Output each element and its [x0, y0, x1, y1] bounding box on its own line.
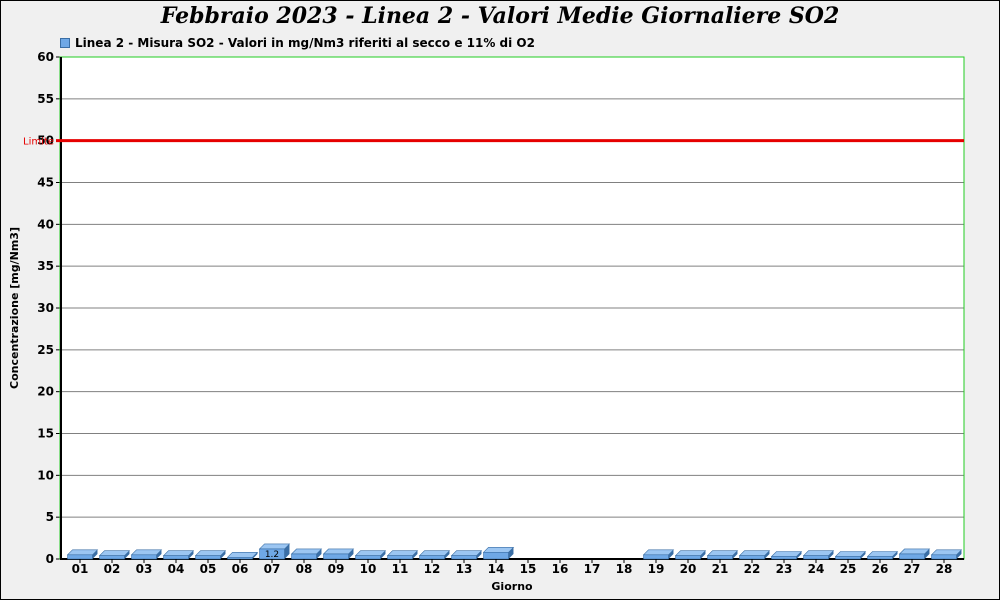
bar — [419, 555, 445, 560]
x-tick-label: 10 — [360, 562, 377, 576]
x-tick-label: 22 — [744, 562, 761, 576]
y-tick-label: 25 — [37, 343, 54, 357]
bar — [835, 556, 861, 560]
bar — [803, 555, 829, 560]
x-tick-label: 09 — [328, 562, 345, 576]
x-tick-label: 23 — [776, 562, 793, 576]
bar — [483, 552, 509, 560]
bar-top — [194, 550, 227, 556]
bar-top — [770, 551, 803, 557]
y-axis-title: Concentrazione [mg/Nm3] — [8, 227, 21, 389]
bar — [163, 555, 189, 560]
x-tick-label: 06 — [232, 562, 249, 576]
x-tick-label: 13 — [456, 562, 473, 576]
plot-area: Concentrazione [mg/Nm3] Giorno 051015202… — [8, 50, 965, 593]
x-tick-label: 01 — [72, 562, 89, 576]
x-tick-label: 28 — [936, 562, 953, 576]
bar-top — [66, 549, 99, 556]
bar-top — [98, 550, 131, 556]
bar — [291, 553, 317, 560]
bar — [131, 554, 157, 560]
x-tick-label: 27 — [904, 562, 921, 576]
x-tick-label: 08 — [296, 562, 313, 576]
bar-top — [354, 550, 387, 556]
bar — [195, 555, 221, 560]
bar-top — [226, 552, 259, 558]
bar-top — [130, 549, 163, 556]
bar — [771, 556, 797, 560]
bar-top — [706, 550, 739, 556]
x-tick-label: 12 — [424, 562, 441, 576]
x-axis-title: Giorno — [491, 580, 533, 593]
x-tick-label: 03 — [136, 562, 153, 576]
y-tick-label: 60 — [37, 50, 54, 64]
bar-top — [386, 550, 419, 556]
bar — [99, 555, 125, 560]
y-tick-label: 5 — [46, 510, 54, 524]
bar-top — [834, 551, 867, 557]
y-tick-label: 0 — [46, 552, 54, 566]
bar — [707, 555, 733, 560]
bar — [675, 555, 701, 560]
bar — [67, 554, 93, 560]
bar — [643, 554, 669, 560]
x-tick-label: 19 — [648, 562, 665, 576]
x-tick-label: 04 — [168, 562, 185, 576]
y-tick-label: 15 — [37, 427, 54, 441]
bar — [899, 553, 925, 560]
bar-top — [898, 548, 931, 555]
x-tick-label: 18 — [616, 562, 633, 576]
x-tick-label: 07 — [264, 562, 281, 576]
bar-top — [738, 550, 771, 556]
bar — [323, 553, 349, 560]
bar-top — [322, 548, 355, 555]
bar — [355, 555, 381, 560]
y-tick-label: 30 — [37, 301, 54, 315]
x-tick-label: 24 — [808, 562, 825, 576]
x-tick-label: 02 — [104, 562, 121, 576]
y-tick-label: 45 — [37, 176, 54, 190]
bar — [739, 555, 765, 560]
bar — [867, 556, 893, 560]
bar — [227, 557, 253, 560]
y-tick-label: 20 — [37, 385, 54, 399]
bar-top — [450, 550, 483, 556]
bar — [387, 555, 413, 560]
bar-top — [866, 551, 899, 557]
limit-label: Limite — [23, 137, 54, 148]
x-tick-label: 11 — [392, 562, 409, 576]
bar-top — [674, 550, 707, 556]
y-tick-label: 40 — [37, 217, 54, 231]
x-tick-label: 20 — [680, 562, 697, 576]
bar-top — [482, 547, 515, 553]
y-tick-label: 10 — [37, 468, 54, 482]
x-tick-label: 05 — [200, 562, 217, 576]
bar-top — [258, 543, 291, 550]
x-tick-label: 16 — [552, 562, 569, 576]
bar-top — [290, 548, 323, 555]
bar-top — [642, 549, 675, 556]
bar-top — [802, 550, 835, 556]
y-tick-label: 35 — [37, 259, 54, 273]
x-tick-label: 15 — [520, 562, 537, 576]
x-tick-label: 21 — [712, 562, 729, 576]
x-tick-label: 14 — [488, 562, 505, 576]
bar — [451, 555, 477, 560]
data-label: 1.2 — [265, 550, 279, 560]
x-tick-label: 26 — [872, 562, 889, 576]
bar — [931, 554, 957, 560]
x-tick-label: 17 — [584, 562, 601, 576]
bar-top — [162, 550, 195, 556]
bar-top — [930, 549, 963, 556]
bar-top — [418, 550, 451, 556]
y-tick-label: 55 — [37, 92, 54, 106]
x-tick-label: 25 — [840, 562, 857, 576]
